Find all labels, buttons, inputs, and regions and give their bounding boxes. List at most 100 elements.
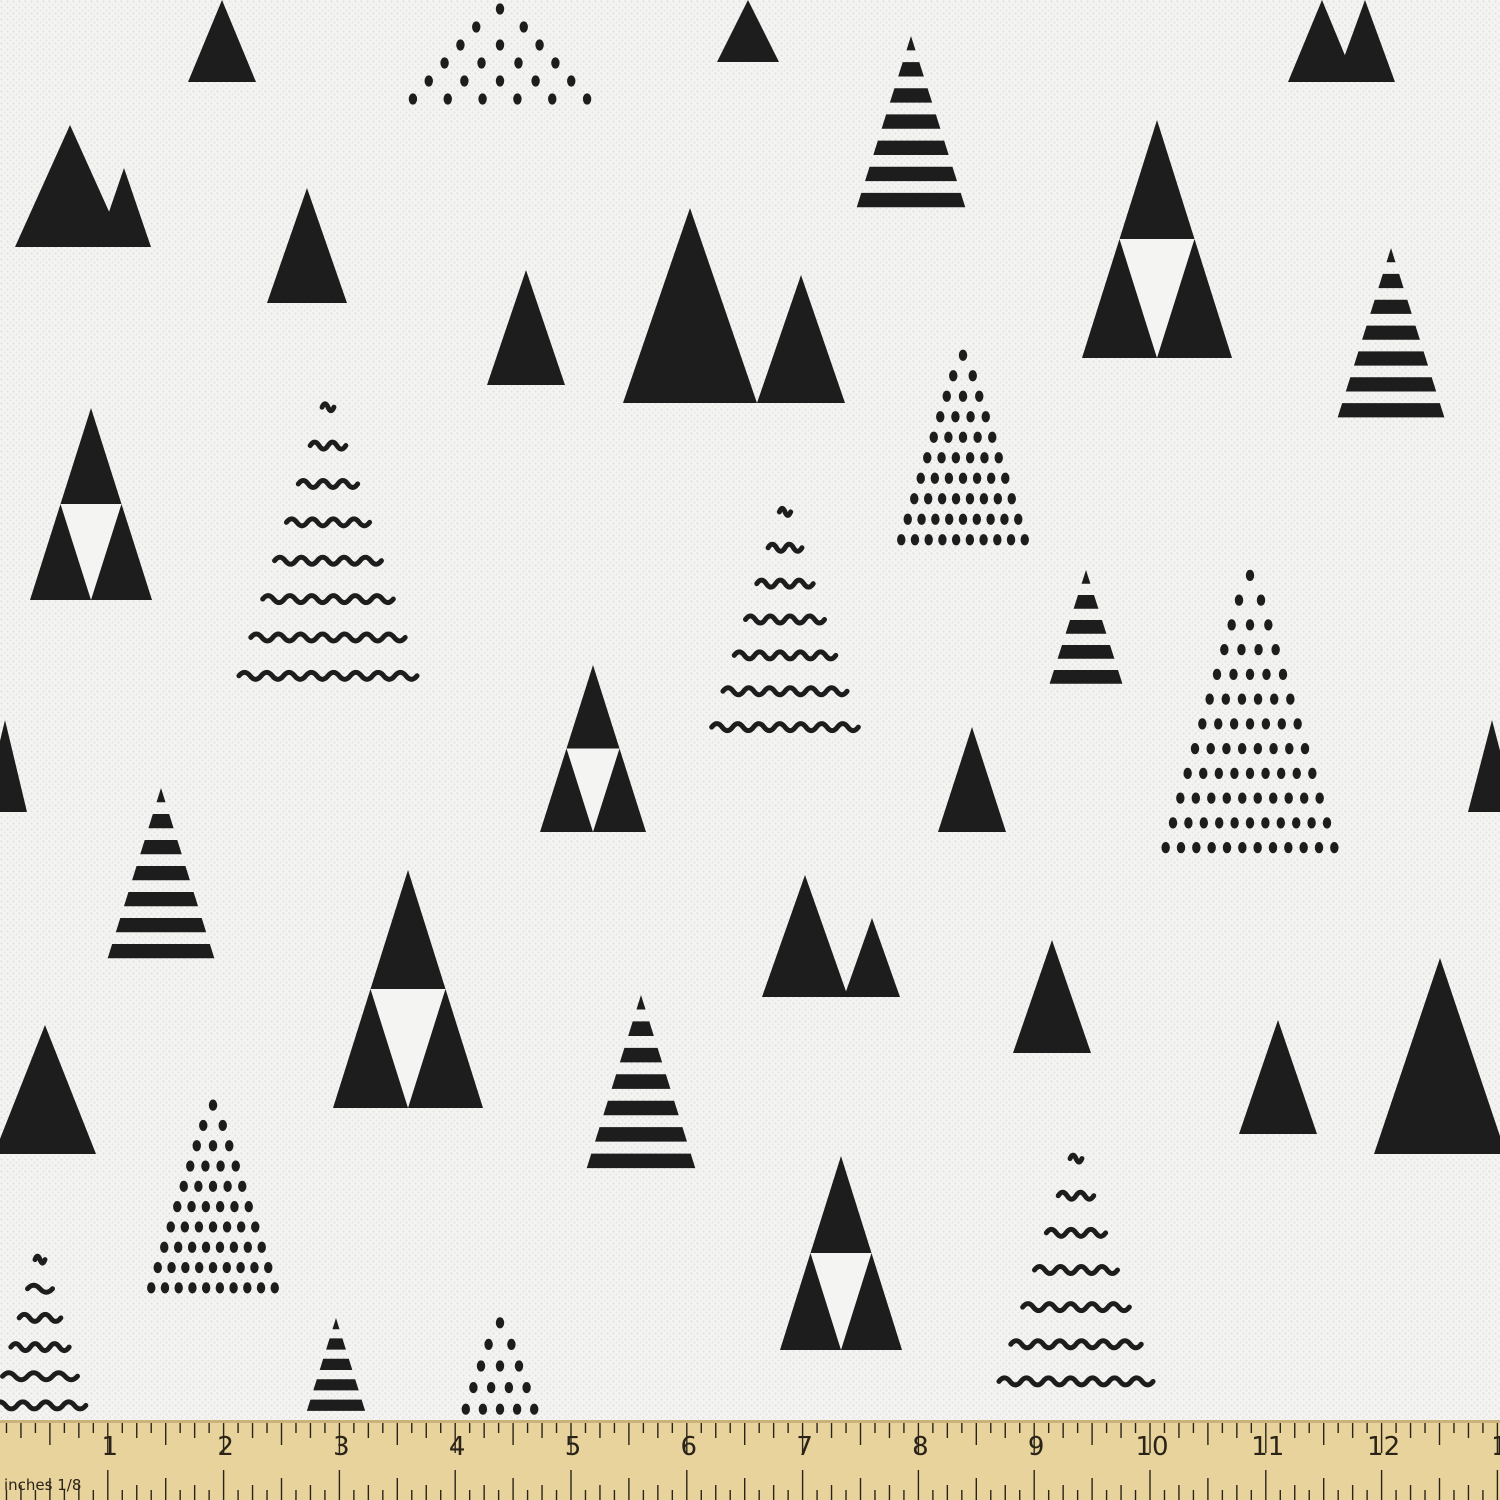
dot bbox=[975, 390, 984, 402]
dot bbox=[1176, 842, 1186, 854]
stripe bbox=[881, 114, 941, 129]
dot bbox=[243, 1282, 252, 1294]
dot bbox=[424, 75, 433, 87]
ruler-number: 3 bbox=[333, 1432, 350, 1462]
stripe bbox=[1362, 325, 1420, 340]
dot bbox=[1229, 668, 1238, 680]
dot bbox=[937, 493, 947, 505]
dot bbox=[938, 534, 947, 546]
dot bbox=[192, 1140, 201, 1152]
dot bbox=[194, 1180, 203, 1192]
dot bbox=[188, 1282, 197, 1294]
dot bbox=[1256, 594, 1266, 606]
dot bbox=[1299, 842, 1308, 854]
zigzag-line bbox=[248, 631, 408, 644]
fabric-photo: 1 2 3 4 5 6 7 8 9 10 11 12 1 inches 1/8 bbox=[0, 0, 1500, 1500]
dot bbox=[1183, 767, 1192, 779]
stripe bbox=[1345, 377, 1437, 392]
dot bbox=[931, 513, 940, 525]
stripe bbox=[595, 1127, 687, 1142]
dot bbox=[1222, 842, 1232, 854]
dot bbox=[469, 1382, 478, 1394]
dot bbox=[478, 93, 487, 105]
dot bbox=[222, 1221, 232, 1233]
stripe bbox=[1337, 403, 1445, 418]
dot bbox=[231, 1160, 240, 1172]
dot bbox=[1269, 743, 1278, 755]
dot bbox=[194, 1221, 204, 1233]
dot bbox=[1220, 644, 1229, 656]
dot bbox=[930, 472, 940, 484]
dot bbox=[238, 1180, 247, 1192]
dot bbox=[208, 1099, 218, 1111]
dot bbox=[495, 1403, 505, 1415]
dot bbox=[230, 1201, 239, 1213]
ruler-number: 2 bbox=[217, 1432, 234, 1462]
dot bbox=[166, 1221, 175, 1233]
dot bbox=[1207, 842, 1216, 854]
dot bbox=[972, 513, 982, 525]
dot bbox=[1007, 493, 1016, 505]
dot bbox=[916, 472, 925, 484]
dot bbox=[1253, 792, 1262, 804]
dot bbox=[201, 1160, 210, 1172]
dot bbox=[244, 1201, 253, 1213]
dot bbox=[1227, 619, 1236, 631]
dot bbox=[160, 1241, 169, 1253]
dot bbox=[167, 1261, 176, 1274]
dot bbox=[222, 1261, 232, 1274]
dot bbox=[179, 1180, 188, 1192]
dot bbox=[1222, 743, 1231, 755]
dot bbox=[270, 1282, 279, 1294]
dot bbox=[910, 493, 919, 505]
dot bbox=[1286, 693, 1295, 705]
dot bbox=[461, 1403, 470, 1415]
dot bbox=[944, 472, 954, 484]
dot bbox=[1245, 619, 1255, 631]
dot bbox=[1229, 718, 1239, 730]
dot bbox=[981, 411, 990, 423]
dot bbox=[1234, 594, 1244, 606]
dot bbox=[495, 1317, 505, 1329]
dot bbox=[949, 370, 958, 382]
dot bbox=[951, 534, 961, 546]
stripe bbox=[115, 918, 207, 933]
ruler-number: 10 bbox=[1135, 1432, 1168, 1462]
dot bbox=[194, 1261, 204, 1274]
dot bbox=[495, 39, 505, 51]
stripe bbox=[1057, 645, 1115, 659]
dot bbox=[456, 39, 465, 51]
dot bbox=[147, 1282, 156, 1294]
dot bbox=[897, 534, 906, 546]
ruler-number: 12 bbox=[1367, 1432, 1400, 1462]
stripe bbox=[603, 1100, 679, 1116]
dot bbox=[951, 493, 961, 505]
dot bbox=[495, 1360, 505, 1372]
dot bbox=[460, 75, 469, 87]
dot bbox=[1238, 842, 1247, 854]
dot bbox=[1253, 693, 1263, 705]
stripe bbox=[611, 1074, 671, 1089]
dot bbox=[208, 1261, 218, 1274]
dot bbox=[923, 493, 933, 505]
dot bbox=[201, 1282, 211, 1294]
dot bbox=[1001, 472, 1010, 484]
dot bbox=[229, 1241, 239, 1253]
dot bbox=[944, 513, 954, 525]
dot bbox=[476, 1360, 486, 1372]
dot bbox=[1276, 767, 1286, 779]
stripe bbox=[123, 892, 199, 907]
dot bbox=[1284, 842, 1293, 854]
stripe bbox=[107, 944, 215, 959]
dot bbox=[181, 1261, 190, 1274]
dot bbox=[264, 1261, 273, 1274]
ruler-number: 7 bbox=[796, 1432, 813, 1462]
dot bbox=[229, 1282, 238, 1294]
dot bbox=[988, 431, 997, 443]
dot bbox=[1315, 792, 1324, 804]
dot bbox=[519, 21, 528, 33]
dot bbox=[1245, 767, 1255, 779]
dot bbox=[223, 1180, 232, 1192]
dot bbox=[1269, 792, 1278, 804]
dot bbox=[225, 1140, 234, 1152]
